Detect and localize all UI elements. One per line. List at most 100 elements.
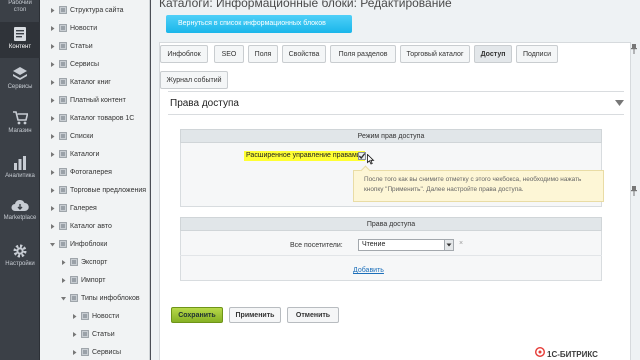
rail-item-services[interactable]: Сервисы bbox=[0, 66, 40, 96]
rail-item-analytics[interactable]: Аналитика bbox=[0, 155, 40, 185]
remove-permission-button[interactable]: × bbox=[459, 240, 463, 247]
collapsed-arrow-icon[interactable] bbox=[50, 188, 55, 193]
folder-icon bbox=[59, 42, 67, 50]
select-arrow bbox=[444, 240, 453, 250]
tab-trade-catalog[interactable]: Торговый каталог bbox=[400, 45, 470, 63]
cloud-download-icon bbox=[11, 199, 29, 211]
extended-rights-checkbox[interactable] bbox=[358, 152, 366, 160]
rail-item-label: Магазин bbox=[8, 128, 32, 134]
tree-item[interactable]: Галерея bbox=[40, 200, 149, 218]
collapsed-arrow-icon[interactable] bbox=[61, 260, 66, 265]
tree-item-label: Списки bbox=[70, 133, 94, 140]
tree-item-label: Каталоги bbox=[70, 151, 100, 158]
pin-icon-side[interactable] bbox=[631, 44, 637, 54]
folder-icon bbox=[70, 276, 78, 284]
layers-icon bbox=[13, 67, 27, 80]
tab-event-log[interactable]: Журнал событий bbox=[160, 71, 228, 89]
collapsed-arrow-icon[interactable] bbox=[72, 350, 77, 355]
rail-item-label: Настройки bbox=[5, 261, 35, 267]
tree-item[interactable]: Новости bbox=[40, 308, 149, 326]
collapsed-arrow-icon[interactable] bbox=[50, 44, 55, 49]
collapsed-arrow-icon[interactable] bbox=[50, 224, 55, 229]
tree-item-label: Статьи bbox=[70, 43, 93, 50]
tree-item-label: Каталог авто bbox=[70, 223, 112, 230]
tree-item[interactable]: Сервисы bbox=[40, 344, 149, 360]
collapsed-arrow-icon[interactable] bbox=[72, 314, 77, 319]
tree-item[interactable]: Каталоги bbox=[40, 146, 149, 164]
collapsed-arrow-icon[interactable] bbox=[50, 26, 55, 31]
tree-item[interactable]: Структура сайта bbox=[40, 2, 149, 20]
tab-captions[interactable]: Подписи bbox=[516, 45, 558, 63]
gear-icon bbox=[13, 244, 27, 258]
rail-item-settings[interactable]: Настройки bbox=[0, 243, 40, 273]
tree-item[interactable]: Фотогалерея bbox=[40, 164, 149, 182]
collapsed-arrow-icon[interactable] bbox=[50, 170, 55, 175]
tree-item[interactable]: Каталог книг bbox=[40, 74, 149, 92]
collapsed-arrow-icon[interactable] bbox=[50, 8, 55, 13]
rail-item-content[interactable]: Контент bbox=[0, 22, 40, 58]
left-rail: Рабочий стол Контент Сервисы Магазин Ана… bbox=[0, 0, 40, 360]
apply-button[interactable]: Применить bbox=[229, 307, 281, 323]
tree-item[interactable]: Статьи bbox=[40, 326, 149, 344]
tree-item[interactable]: Сервисы bbox=[40, 56, 149, 74]
collapsed-arrow-icon[interactable] bbox=[50, 116, 55, 121]
tree-item[interactable]: Платный контент bbox=[40, 92, 149, 110]
collapsed-arrow-icon[interactable] bbox=[61, 278, 66, 283]
expanded-arrow-icon[interactable] bbox=[61, 296, 66, 301]
rail-item-label: Аналитика bbox=[5, 173, 35, 179]
folder-icon bbox=[59, 186, 67, 194]
tab-section-fields[interactable]: Поля разделов bbox=[330, 45, 396, 63]
tree-item[interactable]: Каталог авто bbox=[40, 218, 149, 236]
save-button[interactable]: Сохранить bbox=[171, 307, 223, 323]
tree-item-label: Инфоблоки bbox=[70, 241, 108, 248]
document-icon bbox=[14, 27, 26, 41]
add-permission-link[interactable]: Добавить bbox=[353, 267, 384, 274]
tab-seo[interactable]: SEO bbox=[214, 45, 244, 63]
collapsed-arrow-icon[interactable] bbox=[50, 80, 55, 85]
folder-icon bbox=[59, 24, 67, 32]
collapsed-arrow-icon[interactable] bbox=[50, 206, 55, 211]
access-mode-header: Режим прав доступа bbox=[180, 129, 602, 143]
tree-item[interactable]: Типы инфоблоков bbox=[40, 290, 149, 308]
pin-icon-right[interactable] bbox=[632, 42, 638, 192]
tab-access[interactable]: Доступ bbox=[474, 45, 512, 63]
folder-icon bbox=[59, 6, 67, 14]
tree-item[interactable]: Списки bbox=[40, 128, 149, 146]
tree-item[interactable]: Инфоблоки bbox=[40, 236, 149, 254]
cart-icon bbox=[13, 111, 28, 125]
collapsed-arrow-icon[interactable] bbox=[72, 332, 77, 337]
tree-item-label: Торговые предложения bbox=[70, 187, 147, 194]
extended-rights-label: Расширенное управление правами: bbox=[244, 151, 365, 161]
tab-properties[interactable]: Свойства bbox=[282, 45, 326, 63]
folder-icon bbox=[59, 114, 67, 122]
bitrix-logo-icon bbox=[535, 347, 545, 357]
collapse-arrow-icon[interactable] bbox=[615, 100, 624, 106]
back-to-list-button[interactable]: Вернуться в список информационных блоков bbox=[166, 15, 352, 33]
tree-item[interactable]: Импорт bbox=[40, 272, 149, 290]
tab-infoblock[interactable]: Инфоблок bbox=[160, 45, 208, 63]
collapsed-arrow-icon[interactable] bbox=[50, 62, 55, 67]
collapsed-arrow-icon[interactable] bbox=[50, 152, 55, 157]
tree-item[interactable]: Торговые предложения bbox=[40, 182, 149, 200]
collapsed-arrow-icon[interactable] bbox=[50, 134, 55, 139]
tree-item-label: Новости bbox=[92, 313, 120, 320]
tree-item[interactable]: Статьи bbox=[40, 38, 149, 56]
tree-item[interactable]: Каталог товаров 1С bbox=[40, 110, 149, 128]
chart-icon bbox=[14, 156, 26, 170]
folder-icon bbox=[59, 60, 67, 68]
cancel-button[interactable]: Отменить bbox=[287, 307, 339, 323]
collapsed-arrow-icon[interactable] bbox=[50, 98, 55, 103]
all-visitors-select[interactable]: Чтение bbox=[358, 239, 454, 251]
tree-item[interactable]: Новости bbox=[40, 20, 149, 38]
expanded-arrow-icon[interactable] bbox=[50, 242, 55, 247]
folder-icon bbox=[59, 240, 67, 248]
rail-item-shop[interactable]: Магазин bbox=[0, 110, 40, 140]
pin-icon-lower[interactable] bbox=[631, 186, 637, 196]
tab-fields[interactable]: Поля bbox=[248, 45, 278, 63]
folder-icon bbox=[81, 330, 89, 338]
rail-item-marketplace[interactable]: Marketplace bbox=[0, 199, 40, 229]
tree-item-label: Платный контент bbox=[70, 97, 126, 104]
tree-item-label: Структура сайта bbox=[70, 7, 124, 14]
tree-item[interactable]: Экспорт bbox=[40, 254, 149, 272]
folder-icon bbox=[81, 348, 89, 356]
